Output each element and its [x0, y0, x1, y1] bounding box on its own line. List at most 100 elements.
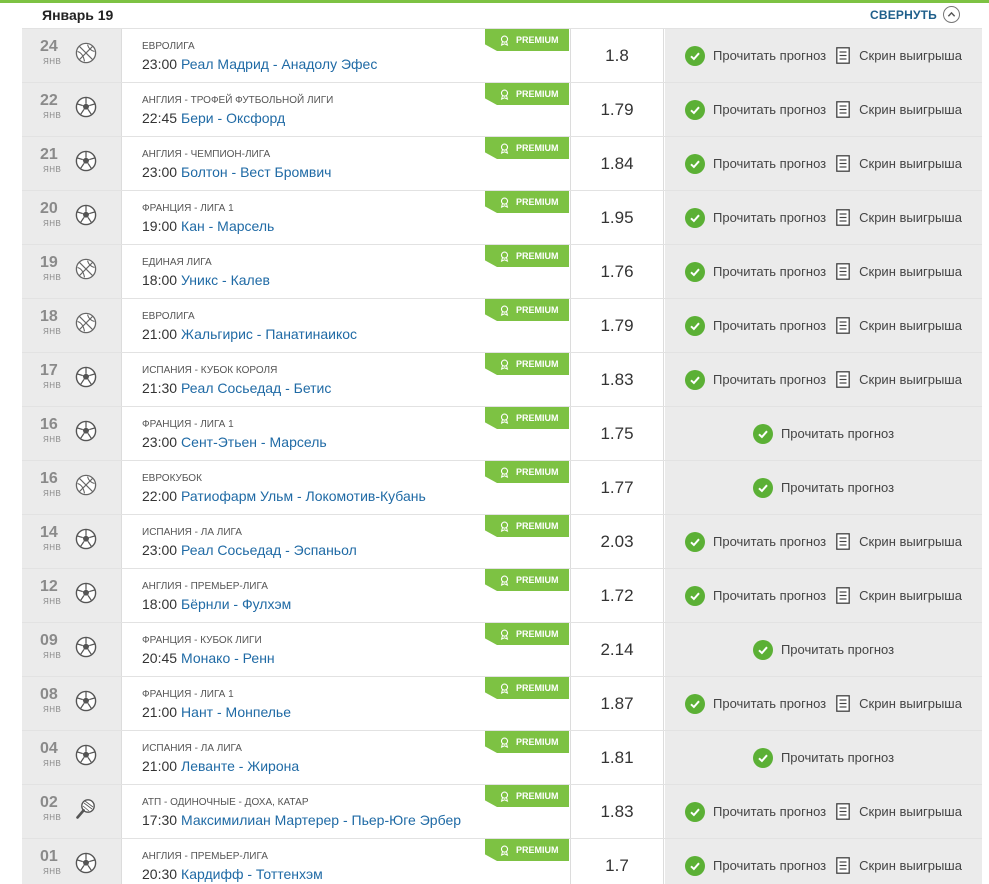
match-link[interactable]: Бёрнли - Фулхэм — [181, 596, 291, 612]
win-screen-button[interactable]: Скрин выигрыша — [832, 803, 962, 820]
read-forecast-label: Прочитать прогноз — [713, 696, 827, 711]
match-link[interactable]: Нант - Монпелье — [181, 704, 291, 720]
document-icon — [836, 317, 850, 334]
win-screen-button[interactable]: Скрин выигрыша — [832, 101, 962, 118]
read-forecast-button[interactable]: Прочитать прогноз — [752, 423, 895, 444]
match-link[interactable]: Кардифф - Тоттенхэм — [181, 866, 323, 882]
premium-badge: PREMIUM — [485, 245, 569, 267]
win-screen-button[interactable]: Скрин выигрыша — [832, 47, 962, 64]
read-forecast-label: Прочитать прогноз — [780, 480, 895, 495]
soccer-ball-icon — [75, 420, 97, 442]
win-screen-label: Скрин выигрыша — [859, 156, 962, 171]
match-link[interactable]: Болтон - Вест Бромвич — [181, 164, 331, 180]
check-circle-icon — [685, 153, 706, 174]
read-forecast-label: Прочитать прогноз — [780, 426, 895, 441]
event-cell: АНГЛИЯ - ПРЕМЬЕР-ЛИГА 18:00 Бёрнли - Фулх… — [123, 569, 569, 622]
date-cell: 17 ЯНВ — [22, 353, 122, 406]
match-link[interactable]: Бери - Оксфорд — [181, 110, 285, 126]
read-forecast-button[interactable]: Прочитать прогноз — [685, 369, 826, 390]
collapse-button[interactable]: СВЕРНУТЬ — [870, 6, 960, 23]
event-time: 21:30 — [142, 380, 178, 396]
match-link[interactable]: Максимилиан Мартерер - Пьер-Юге Эрбер — [181, 812, 461, 828]
read-forecast-label: Прочитать прогноз — [713, 804, 827, 819]
read-forecast-button[interactable]: Прочитать прогноз — [685, 801, 827, 822]
check-circle-icon — [685, 315, 706, 336]
league-name: ЕВРОЛИГА — [142, 41, 195, 52]
event-cell: ЕВРОЛИГА 23:00 Реал Мадрид - Анадолу Эфес… — [123, 29, 569, 82]
read-forecast-button[interactable]: Прочитать прогноз — [685, 531, 827, 552]
read-forecast-button[interactable]: Прочитать прогноз — [752, 639, 894, 660]
forecast-row: 20 ЯНВ ФРАНЦИЯ - ЛИГА 1 19:00 Кан - Марсе… — [22, 190, 982, 244]
league-name: ЕВРОКУБОК — [142, 473, 202, 484]
tennis-racket-icon — [75, 798, 97, 820]
odds-value: 1.95 — [570, 191, 664, 244]
premium-label: PREMIUM — [516, 575, 559, 585]
win-screen-button[interactable]: Скрин выигрыша — [832, 533, 962, 550]
league-name: АНГЛИЯ - ТРОФЕЙ ФУТБОЛЬНОЙ ЛИГИ — [142, 95, 334, 106]
match-link[interactable]: Реал Мадрид - Анадолу Эфес — [181, 56, 377, 72]
win-screen-button[interactable]: Скрин выигрыша — [832, 695, 962, 712]
date-cell: 14 ЯНВ — [22, 515, 122, 568]
win-screen-label: Скрин выигрыша — [859, 858, 962, 873]
match-link[interactable]: Кан - Марсель — [181, 218, 274, 234]
event-time: 22:45 — [142, 110, 178, 126]
date-month: ЯНВ — [43, 651, 62, 660]
match-link[interactable]: Реал Сосьедад - Эспаньол — [181, 542, 357, 558]
read-forecast-label: Прочитать прогноз — [713, 534, 827, 549]
match-link[interactable]: Реал Сосьедад - Бетис — [181, 380, 331, 396]
event-cell: ИСПАНИЯ - КУБОК КОРОЛЯ 21:30 Реал Сосьеда… — [123, 353, 569, 406]
win-screen-button[interactable]: Скрин выигрыша — [832, 857, 962, 874]
check-circle-icon — [685, 45, 706, 66]
date-day: 12 — [40, 578, 58, 595]
read-forecast-button[interactable]: Прочитать прогноз — [685, 315, 826, 336]
check-circle-icon — [685, 207, 706, 228]
odds-value: 1.84 — [570, 137, 664, 190]
forecast-row: 04 ЯНВ ИСПАНИЯ - ЛА ЛИГА 21:00 Леванте - … — [22, 730, 982, 784]
event-time: 23:00 — [142, 542, 178, 558]
check-circle-icon — [752, 477, 773, 498]
date-cell: 22 ЯНВ — [22, 83, 122, 136]
read-forecast-button[interactable]: Прочитать прогноз — [685, 585, 827, 606]
win-screen-button[interactable]: Скрин выигрыша — [832, 587, 962, 604]
award-icon — [500, 251, 509, 262]
win-screen-label: Скрин выигрыша — [859, 318, 962, 333]
win-screen-label: Скрин выигрыша — [859, 372, 962, 387]
win-screen-button[interactable]: Скрин выигрыша — [832, 371, 962, 388]
win-screen-button[interactable]: Скрин выигрыша — [832, 263, 962, 280]
match-link[interactable]: Ратиофарм Ульм - Локомотив-Кубань — [181, 488, 426, 504]
read-forecast-label: Прочитать прогноз — [780, 750, 895, 765]
read-forecast-label: Прочитать прогноз — [713, 588, 827, 603]
premium-label: PREMIUM — [516, 89, 559, 99]
forecast-row: 17 ЯНВ ИСПАНИЯ - КУБОК КОРОЛЯ 21:30 Реал … — [22, 352, 982, 406]
match-link[interactable]: Сент-Этьен - Марсель — [181, 434, 327, 450]
award-icon — [500, 359, 509, 370]
read-forecast-button[interactable]: Прочитать прогноз — [685, 261, 826, 282]
match-link[interactable]: Уникс - Калев — [181, 272, 270, 288]
document-icon — [836, 371, 850, 388]
match-link[interactable]: Монако - Ренн — [181, 650, 275, 666]
event-line: 17:30 Максимилиан Мартерер - Пьер-Юге Эрб… — [142, 812, 461, 828]
soccer-ball-icon — [75, 690, 97, 712]
award-icon — [500, 89, 509, 100]
read-forecast-button[interactable]: Прочитать прогноз — [685, 855, 826, 876]
match-link[interactable]: Жальгирис - Панатинаикос — [181, 326, 357, 342]
read-forecast-button[interactable]: Прочитать прогноз — [752, 477, 895, 498]
document-icon — [836, 587, 850, 604]
check-circle-icon — [752, 423, 773, 444]
win-screen-button[interactable]: Скрин выигрыша — [832, 155, 962, 172]
premium-badge: PREMIUM — [485, 29, 569, 51]
read-forecast-button[interactable]: Прочитать прогноз — [685, 207, 826, 228]
document-icon — [836, 803, 850, 820]
read-forecast-button[interactable]: Прочитать прогноз — [685, 45, 826, 66]
read-forecast-button[interactable]: Прочитать прогноз — [685, 693, 827, 714]
read-forecast-button[interactable]: Прочитать прогноз — [685, 99, 826, 120]
read-forecast-button[interactable]: Прочитать прогноз — [752, 747, 895, 768]
document-icon — [836, 857, 850, 874]
check-circle-icon — [752, 639, 773, 660]
check-circle-icon — [685, 801, 706, 822]
premium-label: PREMIUM — [516, 35, 559, 45]
win-screen-button[interactable]: Скрин выигрыша — [832, 317, 962, 334]
match-link[interactable]: Леванте - Жирона — [181, 758, 299, 774]
read-forecast-button[interactable]: Прочитать прогноз — [685, 153, 826, 174]
win-screen-button[interactable]: Скрин выигрыша — [832, 209, 962, 226]
